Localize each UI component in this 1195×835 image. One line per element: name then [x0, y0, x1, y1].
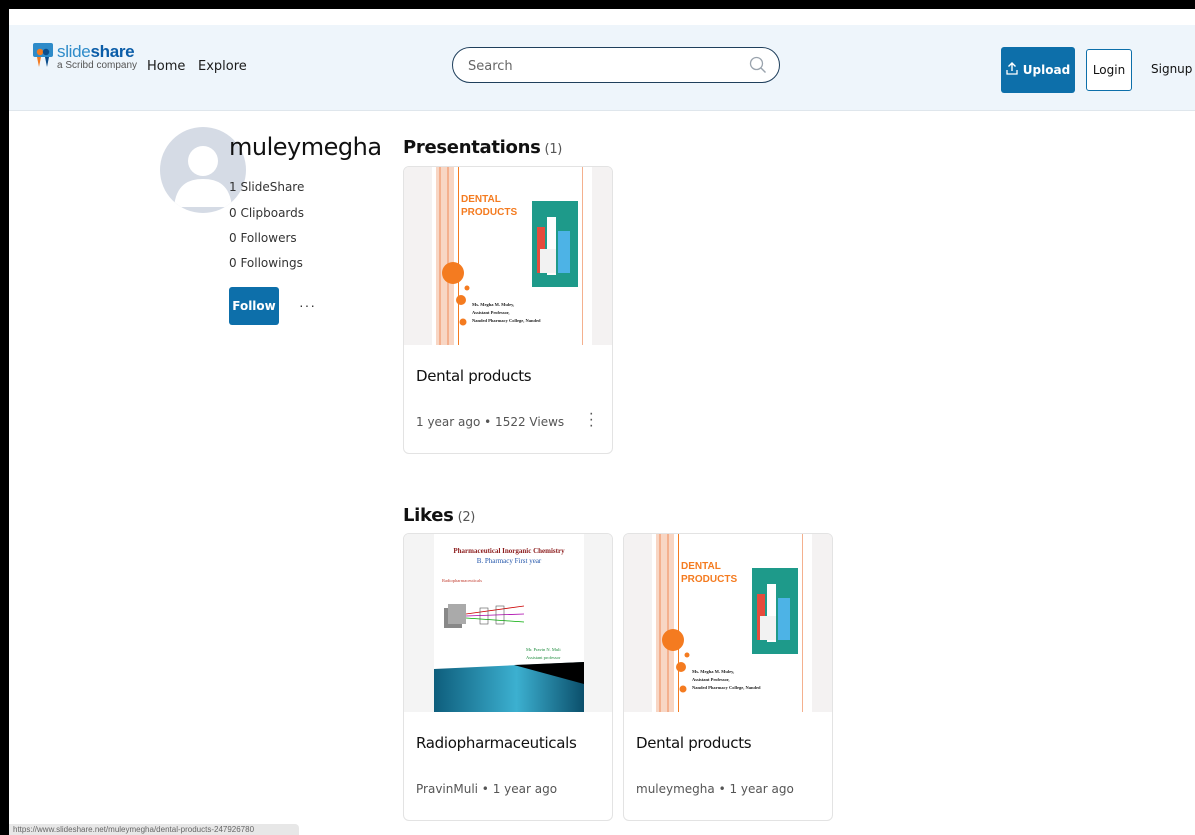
likes-heading: Likes (2) — [403, 505, 476, 526]
svg-text:B. Pharmacy First year: B. Pharmacy First year — [477, 557, 542, 565]
liked-meta[interactable]: PravinMuli • 1 year ago — [416, 782, 557, 796]
stat-followers[interactable]: 0 Followers — [229, 231, 297, 245]
upload-label: Upload — [1022, 63, 1071, 77]
search-input[interactable] — [466, 56, 740, 76]
upload-button[interactable]: Upload — [1001, 47, 1075, 93]
svg-text:DENTAL: DENTAL — [681, 561, 721, 572]
svg-text:Assistant Professor,: Assistant Professor, — [472, 310, 510, 315]
svg-text:DENTAL: DENTAL — [461, 194, 501, 205]
svg-text:Mr. Pravin N. Muli: Mr. Pravin N. Muli — [526, 647, 561, 652]
liked-thumbnail[interactable]: DENTAL PRODUCTS Ms. Megha M. Muley, Assi… — [624, 534, 832, 712]
presentation-card[interactable]: DENTAL PRODUCTS Ms. Megha M. Muley, Assi… — [403, 166, 613, 454]
liked-thumbnail[interactable]: Pharmaceutical Inorganic Chemistry B. Ph… — [404, 534, 612, 712]
follow-button[interactable]: Follow — [229, 287, 279, 325]
slideshare-logo[interactable]: slideshare a Scribd company — [33, 43, 137, 71]
search-icon[interactable] — [749, 56, 767, 79]
liked-card-dental-products[interactable]: DENTAL PRODUCTS Ms. Megha M. Muley, Assi… — [623, 533, 833, 821]
presentation-meta: 1 year ago • 1522 Views — [416, 415, 565, 429]
search-bar[interactable] — [452, 47, 780, 83]
page: slideshare a Scribd company Home Explore — [9, 9, 1195, 835]
svg-text:Ms. Megha M. Muley,: Ms. Megha M. Muley, — [692, 669, 734, 674]
stat-slideshares[interactable]: 1 SlideShare — [229, 180, 304, 194]
svg-text:Assistant Professor,: Assistant Professor, — [692, 677, 730, 682]
card-menu-icon[interactable]: · · · — [589, 406, 594, 434]
slideshare-logo-icon — [33, 43, 53, 67]
svg-text:Nanded Pharmacy College, Nande: Nanded Pharmacy College, Nanded — [692, 685, 761, 690]
top-nav-bar: slideshare a Scribd company Home Explore — [9, 25, 1195, 111]
svg-text:PRODUCTS: PRODUCTS — [461, 207, 517, 218]
svg-text:PRODUCTS: PRODUCTS — [681, 574, 737, 585]
svg-text:Pharmaceutical Inorganic Chemi: Pharmaceutical Inorganic Chemistry — [453, 547, 565, 555]
svg-text:Nanded Pharmacy College, Nande: Nanded Pharmacy College, Nanded — [472, 318, 541, 323]
login-button[interactable]: Login — [1086, 49, 1132, 91]
stat-followings[interactable]: 0 Followings — [229, 256, 303, 270]
more-options-button[interactable]: ··· — [299, 297, 316, 313]
liked-title[interactable]: Radiopharmaceuticals — [416, 734, 577, 752]
liked-card-radiopharmaceuticals[interactable]: Pharmaceutical Inorganic Chemistry B. Ph… — [403, 533, 613, 821]
profile-username: muleymegha — [229, 133, 382, 161]
browser-status-url: https://www.slideshare.net/muleymegha/de… — [9, 824, 299, 835]
svg-text:Ms. Megha M. Muley,: Ms. Megha M. Muley, — [472, 302, 514, 307]
presentation-thumbnail[interactable]: DENTAL PRODUCTS Ms. Megha M. Muley, Assi… — [404, 167, 612, 345]
svg-text:Radiopharmaceuticals: Radiopharmaceuticals — [442, 578, 482, 583]
nav-home[interactable]: Home — [147, 59, 185, 74]
svg-text:Assistant professor: Assistant professor — [526, 655, 561, 660]
liked-meta[interactable]: muleymegha • 1 year ago — [636, 782, 794, 796]
liked-title[interactable]: Dental products — [636, 734, 752, 752]
signup-link[interactable]: Signup — [1151, 62, 1192, 76]
upload-icon — [1006, 62, 1018, 78]
nav-explore[interactable]: Explore — [198, 59, 247, 74]
presentations-heading: Presentations (1) — [403, 137, 563, 158]
presentation-title[interactable]: Dental products — [416, 367, 532, 385]
stat-clipboards[interactable]: 0 Clipboards — [229, 206, 304, 220]
